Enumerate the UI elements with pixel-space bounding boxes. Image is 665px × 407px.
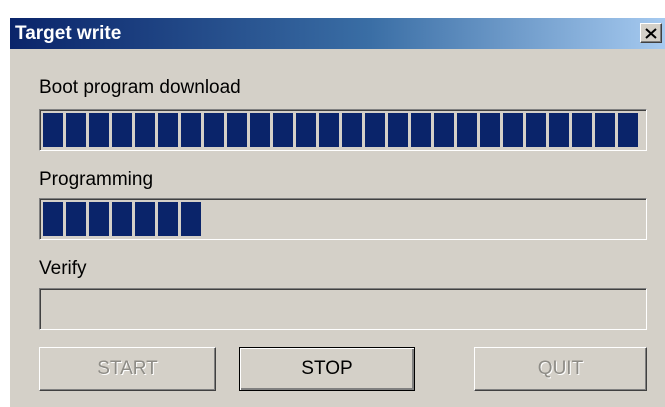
progress-block bbox=[89, 113, 109, 147]
progress-block bbox=[135, 202, 155, 236]
progress-block bbox=[365, 113, 385, 147]
progress-block bbox=[549, 113, 569, 147]
verify-label: Verify bbox=[39, 258, 87, 279]
progress-block bbox=[227, 113, 247, 147]
progress-block bbox=[158, 202, 178, 236]
quit-button[interactable]: QUIT bbox=[474, 347, 647, 391]
title-bar[interactable]: Target write bbox=[10, 18, 665, 49]
window-title: Target write bbox=[15, 23, 122, 44]
progress-block bbox=[296, 113, 316, 147]
programming-progress bbox=[39, 198, 647, 240]
progress-block bbox=[43, 113, 63, 147]
progress-block bbox=[43, 202, 63, 236]
programming-label: Programming bbox=[39, 169, 154, 190]
progress-block bbox=[480, 113, 500, 147]
progress-block bbox=[89, 202, 109, 236]
progress-block bbox=[204, 113, 224, 147]
start-button[interactable]: START bbox=[39, 347, 216, 391]
progress-block bbox=[181, 113, 201, 147]
boot-download-progress bbox=[39, 109, 647, 151]
progress-block bbox=[503, 113, 523, 147]
progress-block bbox=[66, 113, 86, 147]
progress-block bbox=[595, 113, 615, 147]
progress-block bbox=[457, 113, 477, 147]
progress-block bbox=[135, 113, 155, 147]
progress-block bbox=[181, 202, 201, 236]
boot-download-label: Boot program download bbox=[39, 77, 241, 98]
progress-block bbox=[112, 202, 132, 236]
boot-download-progress-fill bbox=[43, 113, 643, 147]
stop-button[interactable]: STOP bbox=[239, 347, 415, 391]
progress-block bbox=[342, 113, 362, 147]
progress-block bbox=[112, 113, 132, 147]
close-button[interactable] bbox=[640, 23, 662, 43]
progress-block bbox=[434, 113, 454, 147]
progress-block bbox=[273, 113, 293, 147]
target-write-dialog: Target write Boot program download Progr… bbox=[10, 18, 665, 407]
progress-block bbox=[158, 113, 178, 147]
progress-block bbox=[572, 113, 592, 147]
progress-block bbox=[250, 113, 270, 147]
progress-block bbox=[526, 113, 546, 147]
progress-block bbox=[411, 113, 431, 147]
progress-block bbox=[388, 113, 408, 147]
programming-progress-fill bbox=[43, 202, 223, 236]
progress-block bbox=[66, 202, 86, 236]
progress-block bbox=[319, 113, 339, 147]
progress-block bbox=[618, 113, 638, 147]
verify-progress bbox=[39, 288, 647, 330]
close-icon bbox=[645, 27, 657, 39]
